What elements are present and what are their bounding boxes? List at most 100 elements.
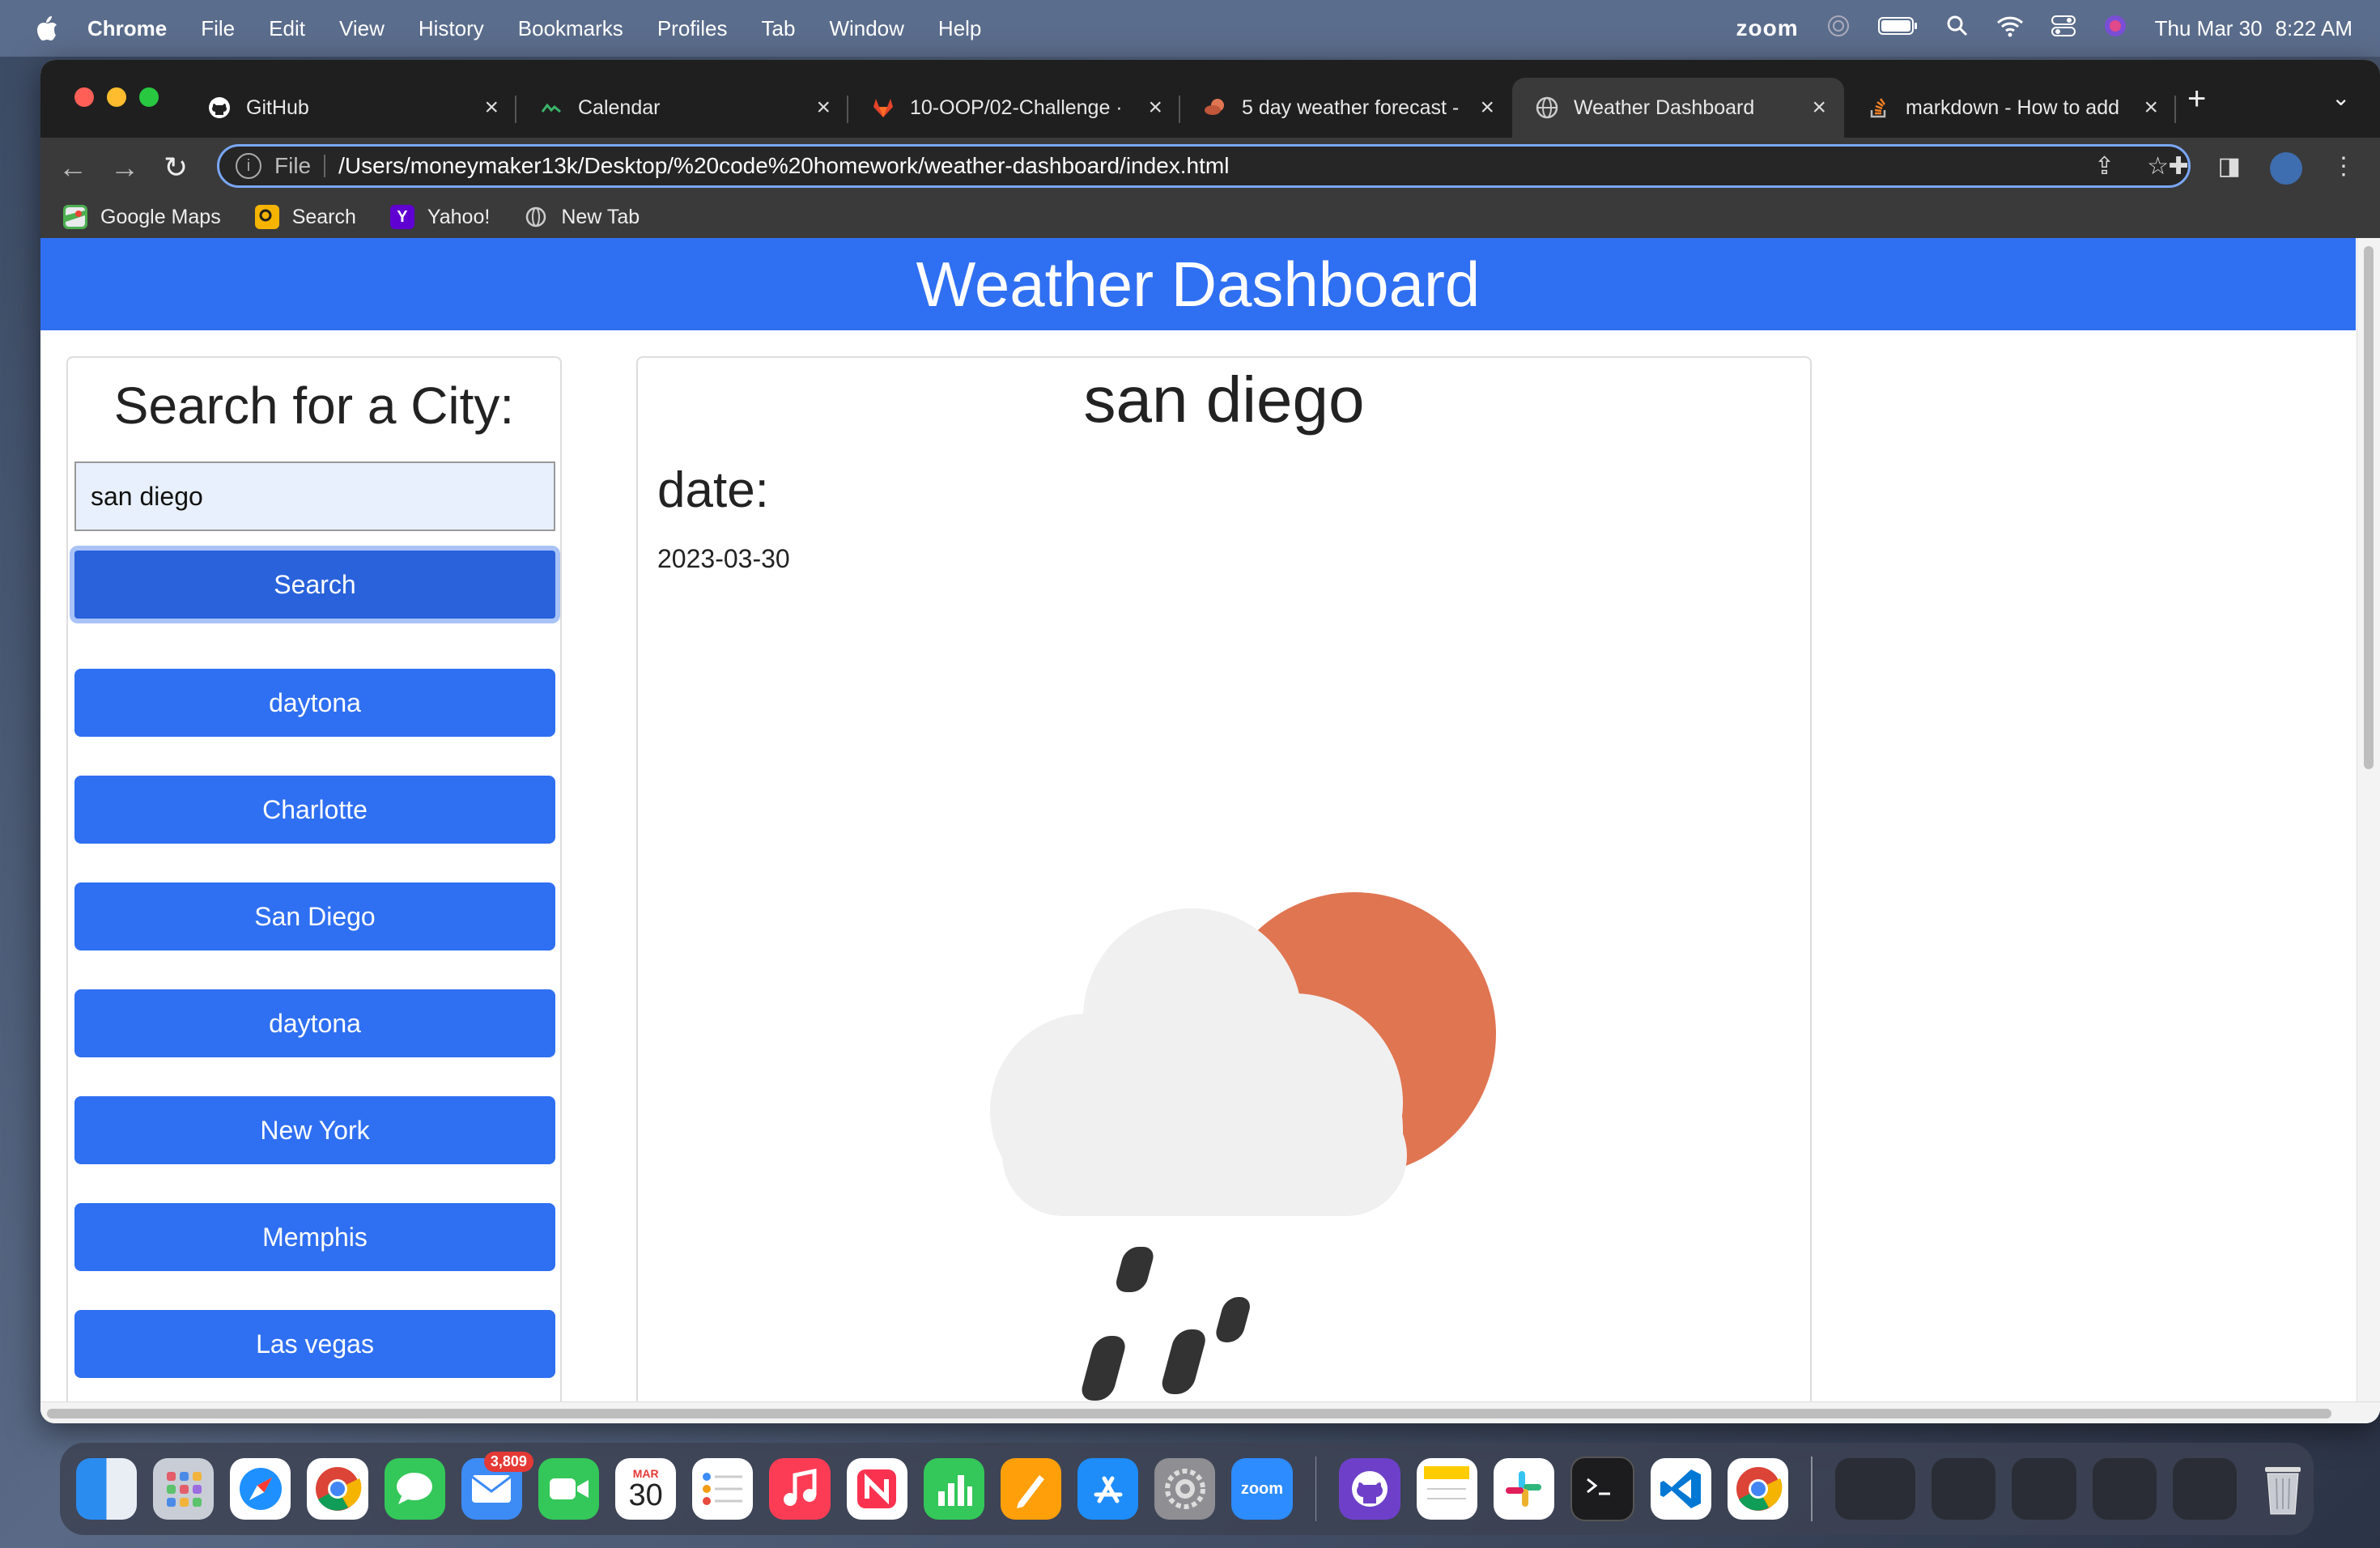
- minimized-window-thumbnail[interactable]: [2012, 1458, 2076, 1520]
- zoom-app-icon[interactable]: zoom: [1231, 1458, 1293, 1520]
- tab-calendar[interactable]: Calendar ×: [516, 78, 848, 138]
- app-store-icon[interactable]: [1077, 1458, 1139, 1520]
- menu-history[interactable]: History: [419, 16, 484, 41]
- profile-avatar[interactable]: [2270, 152, 2302, 185]
- zoom-app-label: zoom: [1240, 1479, 1284, 1498]
- wifi-icon[interactable]: [1996, 15, 2024, 43]
- github-desktop-icon[interactable]: [1339, 1458, 1400, 1520]
- tab-divider: [2174, 96, 2176, 123]
- search-button[interactable]: Search: [70, 546, 560, 623]
- pages-icon[interactable]: [1000, 1458, 1062, 1520]
- history-button-charlotte[interactable]: Charlotte: [74, 776, 555, 844]
- menu-time[interactable]: 8:22 AM: [2276, 16, 2352, 41]
- menu-tab[interactable]: Tab: [762, 16, 796, 41]
- siri-icon[interactable]: [2103, 14, 2127, 44]
- history-button-daytona-2[interactable]: daytona: [74, 989, 555, 1057]
- menu-window[interactable]: Window: [829, 16, 903, 41]
- slack-icon[interactable]: [1493, 1458, 1554, 1520]
- menu-status-area: zoom Thu Mar 30 8:22 AM: [1709, 0, 2352, 57]
- close-tab-icon[interactable]: ×: [1812, 94, 1826, 121]
- tab-search-chevron-icon[interactable]: ⌄: [2331, 84, 2350, 111]
- chrome-menu-icon[interactable]: ⋮: [2331, 152, 2356, 185]
- vscode-icon[interactable]: [1651, 1458, 1712, 1520]
- close-tab-icon[interactable]: ×: [484, 94, 499, 121]
- bookmark-new-tab[interactable]: New Tab: [524, 205, 640, 229]
- minimized-window-thumbnail[interactable]: [2092, 1458, 2157, 1520]
- history-button-new-york[interactable]: New York: [74, 1096, 555, 1164]
- safari-icon[interactable]: [230, 1458, 291, 1520]
- tab-github[interactable]: GitHub ×: [185, 78, 516, 138]
- battery-icon[interactable]: [1877, 15, 1919, 42]
- menu-app-name[interactable]: Chrome: [87, 16, 167, 41]
- history-button-memphis[interactable]: Memphis: [74, 1203, 555, 1271]
- back-arrow-icon[interactable]: ←: [58, 151, 87, 185]
- share-icon[interactable]: ⇪: [2094, 152, 2114, 181]
- minimize-window-button[interactable]: [107, 87, 126, 107]
- menu-date[interactable]: Thu Mar 30: [2155, 16, 2263, 41]
- close-tab-icon[interactable]: ×: [1480, 94, 1494, 121]
- calendar-icon[interactable]: MAR 30: [615, 1458, 677, 1520]
- mail-icon[interactable]: 3,809: [461, 1452, 533, 1520]
- finder-icon[interactable]: [76, 1458, 138, 1520]
- tab-markdown[interactable]: markdown - How to add ×: [1844, 78, 2176, 138]
- tab-weather-dashboard[interactable]: Weather Dashboard ×: [1512, 78, 1844, 138]
- terminal-icon[interactable]: [1570, 1457, 1635, 1521]
- launchpad-icon[interactable]: [153, 1458, 215, 1520]
- spotlight-search-icon[interactable]: [1946, 15, 1969, 43]
- menu-help[interactable]: Help: [938, 16, 981, 41]
- control-center-icon[interactable]: [2051, 15, 2076, 43]
- extensions-puzzle-icon[interactable]: ✚: [2169, 152, 2189, 185]
- news-icon[interactable]: [846, 1458, 907, 1520]
- zoom-window-button[interactable]: [139, 87, 159, 107]
- menu-bookmarks[interactable]: Bookmarks: [518, 16, 623, 41]
- bookmark-label: New Tab: [561, 205, 640, 228]
- notes-icon[interactable]: [1416, 1458, 1477, 1520]
- menu-edit[interactable]: Edit: [269, 16, 305, 41]
- address-bar[interactable]: i File /Users/moneymaker13k/Desktop/%20c…: [217, 144, 2191, 188]
- tab-weather-forecast[interactable]: 5 day weather forecast - ×: [1180, 78, 1512, 138]
- minimized-window-thumbnail[interactable]: [1932, 1458, 1996, 1520]
- close-tab-icon[interactable]: ×: [2144, 94, 2158, 121]
- facetime-icon[interactable]: [538, 1458, 600, 1520]
- address-url[interactable]: /Users/moneymaker13k/Desktop/%20code%20h…: [338, 153, 1229, 179]
- github-icon: [207, 96, 232, 120]
- menu-view[interactable]: View: [339, 16, 385, 41]
- chrome-icon-2[interactable]: [1728, 1458, 1789, 1520]
- info-icon[interactable]: i: [236, 153, 261, 179]
- bookmark-yahoo[interactable]: Y Yahoo!: [389, 205, 490, 229]
- numbers-icon[interactable]: [923, 1458, 984, 1520]
- vertical-scroll-thumb[interactable]: [2364, 246, 2374, 769]
- airdrop-icon[interactable]: [1826, 14, 1851, 44]
- music-icon[interactable]: [769, 1458, 831, 1520]
- reminders-icon[interactable]: [692, 1458, 754, 1520]
- apple-icon[interactable]: [31, 12, 63, 45]
- messages-icon[interactable]: [384, 1458, 445, 1520]
- history-button-daytona[interactable]: daytona: [74, 669, 555, 737]
- bookmark-google-maps[interactable]: Google Maps: [63, 205, 221, 229]
- new-tab-plus-icon[interactable]: +: [2187, 81, 2206, 117]
- horizontal-scrollbar[interactable]: [40, 1401, 2380, 1423]
- zoom-status-item[interactable]: zoom: [1736, 15, 1799, 41]
- close-tab-icon[interactable]: ×: [1148, 94, 1162, 121]
- forward-arrow-icon[interactable]: →: [110, 151, 139, 185]
- history-button-san-diego[interactable]: San Diego: [74, 882, 555, 950]
- close-tab-icon[interactable]: ×: [816, 94, 831, 121]
- trash-icon[interactable]: [2253, 1458, 2314, 1520]
- reload-icon[interactable]: ↻: [164, 151, 188, 185]
- history-button-las-vegas[interactable]: Las vegas: [74, 1310, 555, 1378]
- address-divider: [324, 155, 326, 177]
- tab-gitlab[interactable]: 10-OOP/02-Challenge · r ×: [848, 78, 1180, 138]
- menu-file[interactable]: File: [201, 16, 235, 41]
- vertical-scrollbar[interactable]: [2357, 238, 2380, 1404]
- horizontal-scroll-thumb[interactable]: [47, 1409, 2331, 1418]
- close-window-button[interactable]: [74, 87, 94, 107]
- menu-profiles[interactable]: Profiles: [657, 16, 728, 41]
- system-settings-icon[interactable]: [1154, 1458, 1216, 1520]
- bookmark-search[interactable]: Search: [254, 205, 356, 229]
- minimized-window-thumbnail[interactable]: [1835, 1458, 1916, 1520]
- city-search-input[interactable]: [74, 461, 555, 531]
- chrome-icon[interactable]: [307, 1458, 368, 1520]
- side-panel-icon[interactable]: ◨: [2218, 152, 2241, 185]
- tab-strip: GitHub × Calendar × 10-OOP/02-Challenge …: [40, 60, 2380, 138]
- minimized-window-thumbnail[interactable]: [2172, 1458, 2237, 1520]
